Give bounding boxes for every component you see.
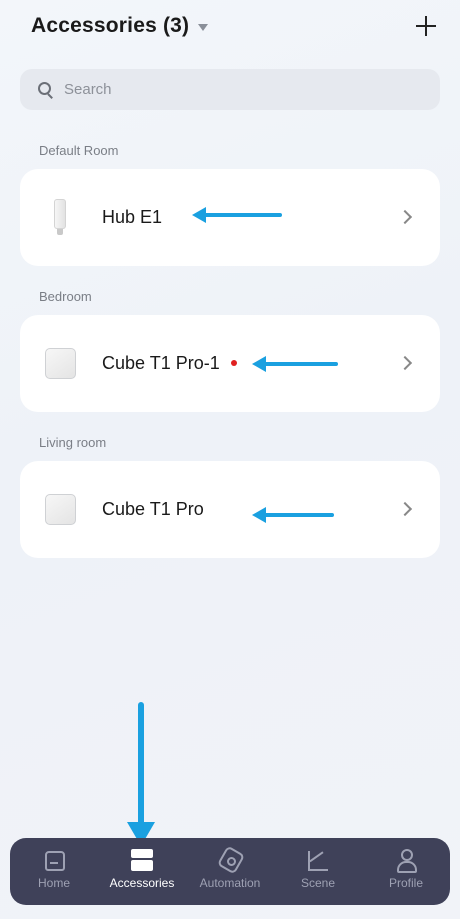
- section-label-default-room: Default Room: [39, 143, 119, 158]
- tab-label: Profile: [388, 876, 423, 890]
- tab-label: Automation: [199, 876, 261, 890]
- page-title: Accessories (3): [31, 14, 190, 37]
- search-bar[interactable]: [20, 69, 440, 110]
- chevron-right-icon: [397, 209, 413, 225]
- bottom-tab-bar: Home Accessories Automation Scene Profil…: [10, 838, 450, 905]
- device-card-cube-t1-pro[interactable]: Cube T1 Pro: [20, 461, 440, 558]
- device-name: Hub E1: [102, 207, 163, 227]
- tab-label: Home: [37, 876, 70, 890]
- caret-down-icon: [198, 23, 209, 31]
- cube-icon: [45, 348, 76, 379]
- header: Accessories (3): [31, 14, 440, 50]
- section-label-living-room: Living room: [39, 435, 107, 450]
- scene-icon: [307, 849, 329, 871]
- annotation-down-arrow-icon: [138, 702, 144, 827]
- cube-icon: [45, 494, 76, 525]
- search-icon: [38, 81, 54, 98]
- alert-dot-icon: [231, 360, 237, 366]
- tab-profile[interactable]: Profile: [362, 838, 450, 905]
- device-card-hub-e1[interactable]: Hub E1: [20, 169, 440, 266]
- tab-scene[interactable]: Scene: [274, 838, 362, 905]
- tab-home[interactable]: Home: [10, 838, 98, 905]
- accessories-icon: [131, 849, 153, 871]
- device-name: Cube T1 Pro-1: [102, 353, 220, 373]
- device-name: Cube T1 Pro: [102, 499, 204, 519]
- automation-icon: [219, 849, 241, 871]
- profile-icon: [395, 849, 417, 873]
- chevron-right-icon: [397, 355, 413, 371]
- device-card-cube-t1-pro-1[interactable]: Cube T1 Pro-1: [20, 315, 440, 412]
- section-label-bedroom: Bedroom: [39, 289, 92, 304]
- hub-icon: [54, 199, 66, 235]
- tab-automation[interactable]: Automation: [186, 838, 274, 905]
- search-input[interactable]: [62, 80, 396, 99]
- tab-label: Accessories: [109, 876, 175, 890]
- chevron-right-icon: [397, 501, 413, 517]
- add-accessory-button[interactable]: [412, 12, 440, 40]
- accessories-title-dropdown[interactable]: Accessories (3): [31, 14, 440, 38]
- home-icon: [43, 849, 65, 871]
- tab-accessories[interactable]: Accessories: [98, 838, 186, 905]
- tab-label: Scene: [300, 876, 336, 890]
